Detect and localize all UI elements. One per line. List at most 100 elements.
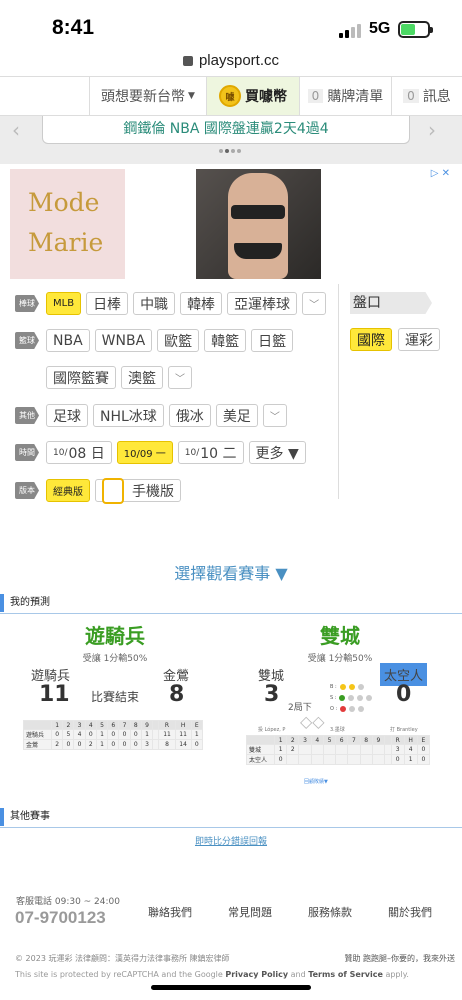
box-cell: 3 [298, 735, 312, 745]
league-jp-basketball[interactable]: 日籃 [251, 329, 294, 352]
box-cell: 3 [73, 720, 86, 730]
league-wnba[interactable]: WNBA [94, 329, 153, 352]
box-cell: 4 [73, 729, 86, 740]
currency-selector[interactable]: 頭想要新台幣 ▼ [90, 77, 207, 115]
box-cell: 1 [140, 729, 154, 740]
url-bar[interactable]: playsport.cc [0, 50, 462, 76]
box-cell: 遊騎兵 [23, 729, 52, 740]
box-cell [371, 744, 385, 755]
league-nbl[interactable]: 澳籃 [121, 366, 163, 389]
box-cell: E [416, 735, 431, 745]
game-card-1[interactable]: 遊騎兵 受讓 1分輸50% 遊騎兵 金鶯 11 比賽結束 8 [15, 620, 215, 790]
league-kbo[interactable]: 韓棒 [180, 292, 223, 315]
sponsor-link[interactable]: 贊助 跑跑腿–你要的，我來外送 [344, 953, 455, 964]
score-error-report-link[interactable]: 即時比分錯誤回報 [0, 834, 462, 847]
box-cell: 0 [190, 739, 204, 750]
batter-label: 打 Brantley [390, 727, 418, 733]
classic-version-button[interactable]: 經典版 [46, 479, 90, 502]
box-cell: 11 [158, 729, 176, 740]
sport-nhl[interactable]: NHL冰球 [93, 404, 164, 427]
box-cell: E [190, 720, 204, 730]
box-cell [383, 754, 392, 765]
coin-icon: 噱 [219, 85, 241, 107]
date-1008[interactable]: 10/08 日 [46, 441, 112, 464]
footer-link-contact[interactable]: 聯絡我們 [148, 904, 192, 920]
marquee-text[interactable]: 鋼鐵倫 NBA 國際盤連贏2天4過4 [42, 116, 410, 144]
box-cell [335, 744, 349, 755]
league-asian-games-baseball[interactable]: 亞運棒球 [227, 292, 298, 315]
box-cell: H [403, 735, 418, 745]
caret-down-icon: ▼ [188, 91, 195, 101]
league-kbl[interactable]: 韓籃 [204, 329, 247, 352]
odds-lottery[interactable]: 運彩 [398, 328, 440, 351]
replay-link[interactable]: 回顧敗績▼ [304, 778, 328, 785]
box-header-row: 123456789RHE [23, 720, 204, 730]
footer-link-about[interactable]: 關於我們 [388, 904, 432, 920]
adchoices-icon[interactable]: ▷ ✕ [431, 168, 450, 179]
sport-khl[interactable]: 俄冰 [168, 404, 211, 427]
network-label: 5G [369, 20, 391, 37]
box-cell [298, 754, 312, 765]
home-indicator [151, 985, 311, 990]
box-cell: 1 [50, 720, 64, 730]
carousel-dots [219, 149, 241, 153]
buy-coin-label: 買噱幣 [245, 89, 287, 105]
sport-nfl[interactable]: 美足 [215, 404, 258, 427]
date-1009[interactable]: 10/09 一 [116, 441, 173, 464]
box-cell: 7 [118, 720, 131, 730]
basketball-row: 籃球 NBA WNBA 歐籃 韓籃 日籃 [15, 329, 294, 352]
box-cell: 3 [140, 739, 154, 750]
league-nba[interactable]: NBA [46, 329, 90, 352]
expand-other-icon[interactable]: ﹀ [262, 404, 287, 427]
msg-label: 訊息 [422, 89, 451, 105]
box-cell: 0 [50, 729, 64, 740]
messages-button[interactable]: 0 訊息 [392, 77, 462, 115]
date-1010[interactable]: 10/10 二 [177, 441, 244, 464]
league-cpbl[interactable]: 中職 [133, 292, 176, 315]
expand-basketball-icon[interactable]: ﹀ [168, 366, 192, 389]
box-cell: 0 [129, 729, 142, 740]
outs-indicator: O : [330, 706, 365, 712]
box-cell: 8 [158, 739, 176, 750]
hotline-number[interactable]: 07-9700123 [15, 908, 106, 928]
footer-link-faq[interactable]: 常見問題 [228, 904, 272, 920]
box-cell: 4 [403, 744, 418, 755]
league-intl-basketball[interactable]: 國際籃賽 [46, 366, 116, 389]
box-cell [383, 735, 392, 745]
mobile-version-button[interactable]: 手機版 [95, 477, 181, 504]
copyright: © 2023 玩運彩 法律顧問：漢英得力法律事務所 陳鎮宏律師 贊助 跑跑腿–你… [15, 953, 455, 964]
version-row: 版本 經典版 手機版 [15, 477, 181, 504]
odds-international[interactable]: 國際 [350, 328, 392, 351]
cart-button[interactable]: 0 購牌清單 [300, 77, 392, 115]
box-cell: 雙城 [246, 744, 275, 755]
buy-coin-button[interactable]: 噱買噱幣 [207, 77, 300, 115]
box-cell: 6 [335, 735, 349, 745]
box-cell [359, 754, 373, 765]
footer-link-terms[interactable]: 服務條款 [308, 904, 352, 920]
box-cell: 0 [416, 754, 431, 765]
box-cell: H [174, 720, 192, 730]
balls-indicator: B : [330, 684, 364, 690]
chevron-right-icon[interactable]: › [428, 118, 436, 142]
box-cell: 0 [107, 739, 120, 750]
box-team-row: 太空人 0 0 1 0 [246, 754, 431, 765]
box-cell [371, 754, 385, 765]
box-cell [298, 744, 312, 755]
time-tag: 時間 [15, 444, 39, 461]
box-cell: 2 [286, 744, 300, 755]
privacy-link[interactable]: Privacy Policy [225, 970, 288, 979]
box-cell [322, 754, 337, 765]
sport-soccer[interactable]: 足球 [46, 404, 88, 427]
league-euro-basketball[interactable]: 歐籃 [157, 329, 200, 352]
url-domain: playsport.cc [198, 52, 280, 69]
box-score-2: 1 2 3 4 5 6 7 8 9 R H E 雙城 1 2 3 4 0 太空人 0 0 1 0 [246, 735, 431, 765]
league-mlb[interactable]: MLB [46, 292, 82, 315]
select-game-dropdown[interactable]: 選擇觀看賽事 ▼ [0, 560, 462, 584]
terms-link[interactable]: Terms of Service [308, 970, 383, 979]
expand-baseball-icon[interactable]: ﹀ [302, 292, 327, 315]
box-cell [246, 735, 275, 745]
more-dates-button[interactable]: 更多 ▼ [248, 441, 306, 464]
chevron-left-icon[interactable]: ‹ [12, 118, 20, 142]
league-npb[interactable]: 日棒 [86, 292, 129, 315]
ad-banner[interactable]: Mode Marie ▷ ✕ [0, 164, 462, 284]
